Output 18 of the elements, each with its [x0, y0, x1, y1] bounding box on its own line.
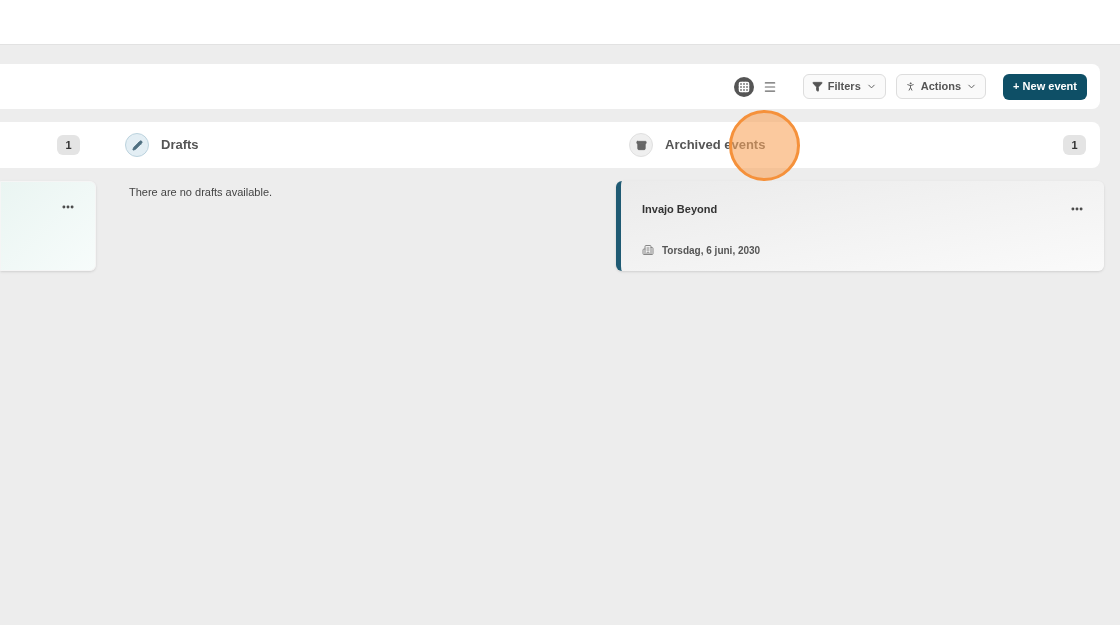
column-title: Drafts — [161, 136, 199, 155]
event-title: Invajo Beyond — [642, 202, 718, 217]
empty-message: There are no drafts available. — [128, 185, 274, 200]
actions-button[interactable]: Actions — [895, 74, 987, 99]
menu-icon — [762, 79, 777, 94]
grid-view-button[interactable] — [733, 76, 754, 97]
archive-icon — [629, 133, 653, 157]
count-badge: 1 — [57, 135, 80, 155]
grid-icon — [737, 80, 750, 93]
new-event-button[interactable]: + New event — [1003, 73, 1087, 100]
event-card[interactable]: Invajo Beyond Torsdag, 6 juni, 2030 — [616, 181, 1104, 271]
count-badge: 1 — [1063, 135, 1086, 155]
filter-icon — [811, 81, 823, 92]
pencil-icon — [125, 133, 149, 157]
building-icon — [642, 244, 654, 256]
filters-button[interactable]: Filters — [802, 74, 886, 99]
person-icon — [904, 81, 916, 92]
event-date: Torsdag, 6 juni, 2030 — [662, 243, 761, 258]
